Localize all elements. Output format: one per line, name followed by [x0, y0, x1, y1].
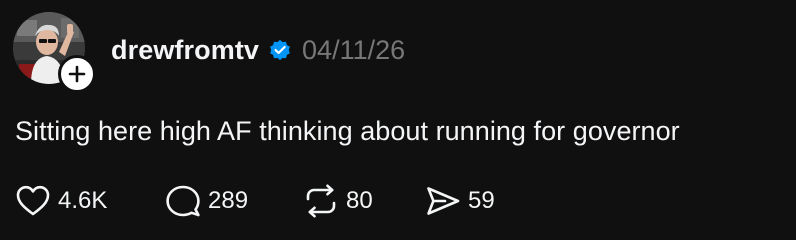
post-text: Sitting here high AF thinking about runn…: [15, 116, 680, 146]
plus-icon: [68, 65, 86, 83]
verified-badge-icon: [270, 39, 290, 61]
thread-post: drewfromtv 04/11/26 Sitting here high AF…: [0, 0, 796, 240]
username[interactable]: drewfromtv: [111, 35, 259, 66]
follow-button[interactable]: [58, 55, 96, 93]
reply-button[interactable]: 289: [165, 184, 248, 218]
comment-bubble-icon: [166, 185, 200, 217]
heart-icon: [16, 185, 50, 216]
reply-count: 289: [208, 187, 249, 214]
post-timestamp: 04/11/26: [302, 34, 406, 65]
repost-count: 80: [346, 187, 373, 214]
like-button[interactable]: 4.6K: [15, 184, 107, 218]
like-count: 4.6K: [58, 187, 108, 214]
post-header: drewfromtv 04/11/26: [111, 31, 405, 69]
share-count: 59: [468, 187, 495, 214]
repost-button[interactable]: 80: [303, 184, 373, 218]
paper-plane-icon: [427, 187, 460, 215]
repost-icon: [306, 184, 336, 218]
avatar-container: [13, 12, 96, 93]
share-button[interactable]: 59: [425, 184, 495, 218]
